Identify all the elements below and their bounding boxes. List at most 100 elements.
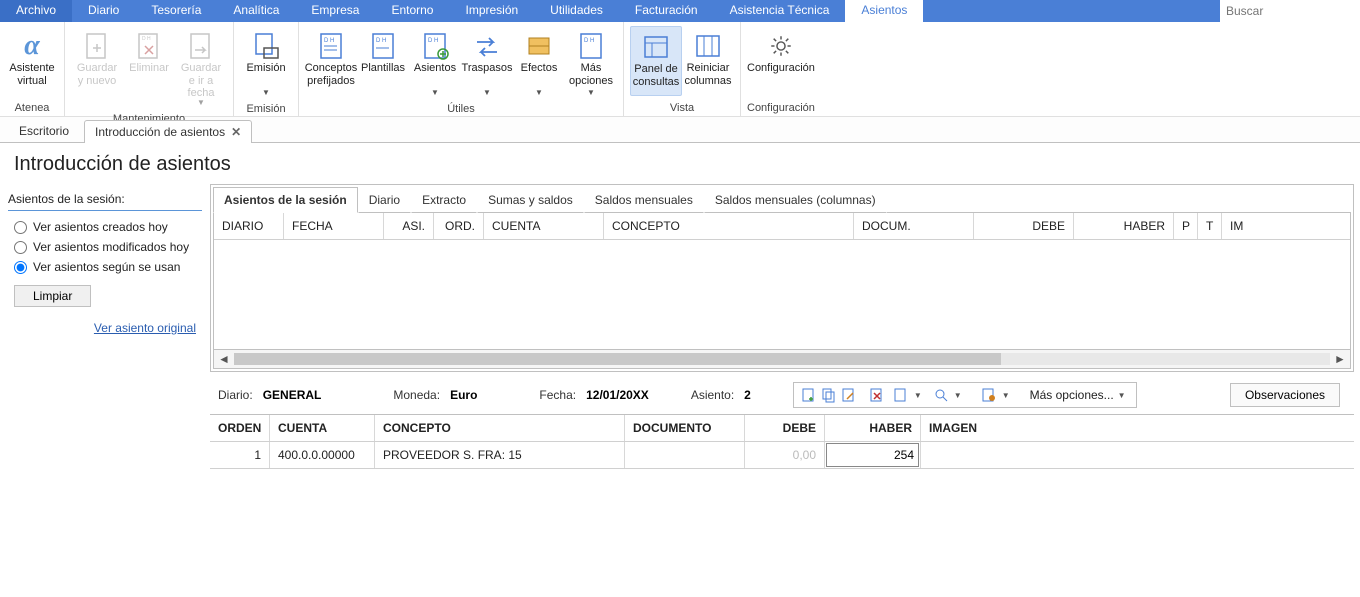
- itab-saldos-mensuales-col[interactable]: Saldos mensuales (columnas): [704, 187, 887, 213]
- svg-text:D H: D H: [324, 38, 334, 44]
- col-asi[interactable]: ASI.: [384, 213, 434, 239]
- cell-cuenta[interactable]: 400.0.0.00000: [270, 442, 375, 468]
- entry-grid-empty[interactable]: [210, 469, 1354, 529]
- close-tab-icon[interactable]: ✕: [231, 125, 241, 139]
- ecol-haber[interactable]: HABER: [825, 415, 921, 441]
- menu-entorno[interactable]: Entorno: [375, 0, 449, 22]
- col-fecha[interactable]: FECHA: [284, 213, 384, 239]
- horizontal-scrollbar[interactable]: ◄ ►: [214, 350, 1350, 368]
- entry-info-bar: Diario: GENERAL Moneda: Euro Fecha: 12/0…: [210, 372, 1354, 414]
- entry-row-1[interactable]: 1 400.0.0.00000 PROVEEDOR S. FRA: 15 0,0…: [210, 442, 1354, 469]
- cell-haber[interactable]: [825, 442, 921, 468]
- ecol-debe[interactable]: DEBE: [745, 415, 825, 441]
- observaciones-button[interactable]: Observaciones: [1230, 383, 1340, 407]
- search-box[interactable]: [1220, 0, 1360, 22]
- svg-text:D H: D H: [584, 38, 594, 44]
- plantillas-button[interactable]: D H Plantillas: [357, 26, 409, 94]
- cell-concepto[interactable]: PROVEEDOR S. FRA: 15: [375, 442, 625, 468]
- tool-dup-icon[interactable]: [820, 386, 838, 404]
- group-label-utiles: Útiles: [447, 101, 475, 115]
- asientos-button[interactable]: D H Asientos ▼: [409, 26, 461, 101]
- tool-delete-icon[interactable]: [868, 386, 886, 404]
- mainpanel: Asientos de la sesión Diario Extracto Su…: [210, 184, 1360, 535]
- scroll-right-icon[interactable]: ►: [1330, 352, 1350, 366]
- scroll-left-icon[interactable]: ◄: [214, 352, 234, 366]
- radio-creados-hoy[interactable]: Ver asientos creados hoy: [8, 217, 202, 237]
- document-arrow-icon: [185, 30, 217, 62]
- ver-asiento-original-link[interactable]: Ver asiento original: [8, 321, 202, 335]
- tab-label: Introducción de asientos: [95, 125, 225, 139]
- col-im[interactable]: IM: [1222, 213, 1350, 239]
- traspasos-button[interactable]: Traspasos ▼: [461, 26, 513, 101]
- menu-asientos[interactable]: Asientos: [845, 0, 923, 22]
- tab-introduccion-asientos[interactable]: Introducción de asientos ✕: [84, 120, 252, 143]
- radio-modificados-hoy[interactable]: Ver asientos modificados hoy: [8, 237, 202, 257]
- efectos-button[interactable]: Efectos ▼: [513, 26, 565, 101]
- menu-tesoreria[interactable]: Tesorería: [135, 0, 217, 22]
- col-p[interactable]: P: [1174, 213, 1198, 239]
- ecol-documento[interactable]: DOCUMENTO: [625, 415, 745, 441]
- mas-opciones-button[interactable]: D H Más opciones ▼: [565, 26, 617, 101]
- itab-sumas-saldos[interactable]: Sumas y saldos: [477, 187, 584, 213]
- document-print-icon: [250, 30, 282, 62]
- itab-asientos-sesion[interactable]: Asientos de la sesión: [213, 187, 358, 213]
- asistente-virtual-button[interactable]: α Asistente virtual: [6, 26, 58, 94]
- innertabs: Asientos de la sesión Diario Extracto Su…: [213, 187, 1351, 213]
- svg-text:D H: D H: [142, 36, 151, 42]
- diario-label: Diario:: [218, 388, 253, 402]
- panel-de-consultas-button[interactable]: Panel de consultas: [630, 26, 682, 96]
- menu-utilidades[interactable]: Utilidades: [534, 0, 619, 22]
- conceptos-prefijados-button[interactable]: D H Conceptos prefijados: [305, 26, 357, 94]
- radio-segun-usan[interactable]: Ver asientos según se usan: [8, 257, 202, 277]
- columns-reset-icon: [692, 30, 724, 62]
- entry-grid: ORDEN CUENTA CONCEPTO DOCUMENTO DEBE HAB…: [210, 414, 1354, 529]
- ecol-concepto[interactable]: CONCEPTO: [375, 415, 625, 441]
- itab-saldos-mensuales[interactable]: Saldos mensuales: [584, 187, 704, 213]
- reiniciar-columnas-button[interactable]: Reiniciar columnas: [682, 26, 734, 94]
- group-label-atenea: Atenea: [15, 100, 50, 114]
- emision-button[interactable]: Emisión ▼: [240, 26, 292, 101]
- sidepanel-title: Asientos de la sesión:: [8, 188, 202, 210]
- col-ord[interactable]: ORD.: [434, 213, 484, 239]
- entry-toolbar: ▼ ▼ ▼ Más opciones...▼: [793, 382, 1137, 408]
- tab-escritorio[interactable]: Escritorio: [8, 119, 80, 142]
- cell-debe[interactable]: 0,00: [745, 442, 825, 468]
- menu-diario[interactable]: Diario: [72, 0, 135, 22]
- tool-open-icon[interactable]: [840, 386, 858, 404]
- chevron-down-icon: ▼: [587, 88, 595, 97]
- menu-empresa[interactable]: Empresa: [295, 0, 375, 22]
- document-x-icon: D H: [133, 30, 165, 62]
- cell-documento[interactable]: [625, 442, 745, 468]
- tool-new-icon[interactable]: [800, 386, 818, 404]
- itab-extracto[interactable]: Extracto: [411, 187, 477, 213]
- itab-diario[interactable]: Diario: [358, 187, 411, 213]
- cell-imagen[interactable]: [921, 442, 1354, 468]
- menu-impresion[interactable]: Impresión: [449, 0, 534, 22]
- col-cuenta[interactable]: CUENTA: [484, 213, 604, 239]
- cell-orden[interactable]: 1: [210, 442, 270, 468]
- tool-find-dropdown[interactable]: ▼: [928, 386, 966, 404]
- menu-asistencia-tecnica[interactable]: Asistencia Técnica: [714, 0, 846, 22]
- col-debe[interactable]: DEBE: [974, 213, 1074, 239]
- haber-input[interactable]: [826, 443, 919, 467]
- ecol-imagen[interactable]: IMAGEN: [921, 415, 1354, 441]
- tool-mas-opciones-dropdown[interactable]: Más opciones...▼: [1026, 388, 1130, 402]
- menubar: Archivo Diario Tesorería Analítica Empre…: [0, 0, 1360, 22]
- search-input[interactable]: [1226, 4, 1354, 18]
- limpiar-button[interactable]: Limpiar: [14, 285, 91, 307]
- configuracion-button[interactable]: Configuración: [755, 26, 807, 94]
- ecol-cuenta[interactable]: CUENTA: [270, 415, 375, 441]
- menu-facturacion[interactable]: Facturación: [619, 0, 714, 22]
- ecol-orden[interactable]: ORDEN: [210, 415, 270, 441]
- col-t[interactable]: T: [1198, 213, 1222, 239]
- menu-archivo[interactable]: Archivo: [0, 0, 72, 22]
- menu-analitica[interactable]: Analítica: [217, 0, 295, 22]
- col-concepto[interactable]: CONCEPTO: [604, 213, 854, 239]
- asiento-label: Asiento:: [691, 388, 734, 402]
- col-docum[interactable]: DOCUM.: [854, 213, 974, 239]
- col-haber[interactable]: HABER: [1074, 213, 1174, 239]
- tool-doc2-dropdown[interactable]: ▼: [976, 386, 1014, 404]
- grid-body[interactable]: [214, 240, 1350, 350]
- tool-doc-dropdown[interactable]: ▼: [888, 386, 926, 404]
- col-diario[interactable]: DIARIO: [214, 213, 284, 239]
